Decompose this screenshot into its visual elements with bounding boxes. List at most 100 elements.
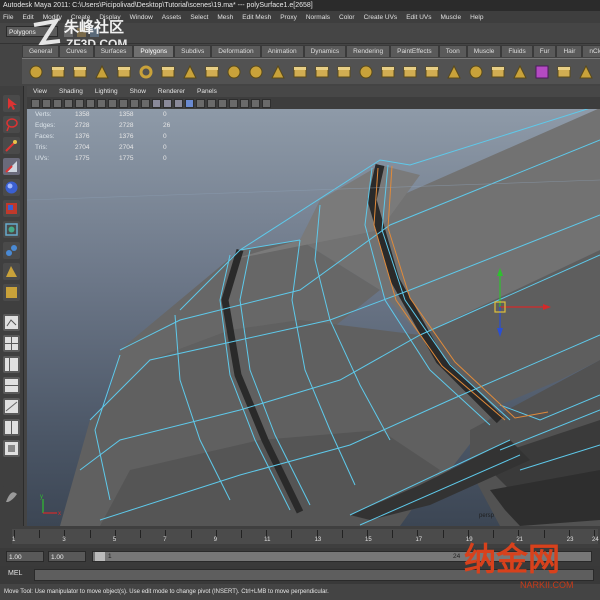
shadows-icon[interactable] [207,98,216,108]
paint-select-icon[interactable] [3,137,20,154]
four-pane-layout-icon[interactable] [3,335,20,352]
menu-color[interactable]: Color [339,14,355,21]
start-time-field[interactable]: 1.00 [6,551,44,562]
average-icon[interactable] [468,64,484,80]
shelf-tab-fur[interactable]: Fur [532,45,557,57]
shelf-tab-animation[interactable]: Animation [260,45,304,57]
cylinder-icon[interactable] [72,64,88,80]
hypershade-layout-icon[interactable] [3,398,20,415]
boolean-inter-icon[interactable] [424,64,440,80]
shelf-tab-curves[interactable]: Curves [59,45,94,57]
shelf-tab-toon[interactable]: Toon [438,45,467,57]
scale-tool-icon[interactable] [3,200,20,217]
menu-normals[interactable]: Normals [306,14,330,21]
shelf-tab-polygons[interactable]: Polygons [133,45,175,57]
reduce-icon[interactable] [512,64,528,80]
menu-file[interactable]: File [3,14,13,21]
persp-graph-layout-icon[interactable] [3,377,20,394]
xray-icon[interactable] [240,98,249,108]
xray-active-icon[interactable] [262,98,271,108]
wireframe-icon[interactable] [152,98,161,108]
show-manip-icon[interactable] [3,263,20,280]
shelf-tab-fluids[interactable]: Fluids [501,45,533,57]
sphere-icon[interactable] [28,64,44,80]
wire-on-shaded-icon[interactable] [174,98,183,108]
soccer-ball-icon[interactable] [248,64,264,80]
extract-icon[interactable] [336,64,352,80]
image-plane-icon[interactable] [64,98,73,108]
safe-title-icon[interactable] [141,98,150,108]
menu-create-uvs[interactable]: Create UVs [364,14,398,21]
boolean-diff-icon[interactable] [402,64,418,80]
prism-icon[interactable] [160,64,176,80]
menu-edit-uvs[interactable]: Edit UVs [406,14,431,21]
move-tool-icon[interactable] [3,158,20,175]
film-gate-icon[interactable] [86,98,95,108]
single-pane-layout-icon[interactable] [3,314,20,331]
shelf-tab-subdivs[interactable]: Subdivs [174,45,212,57]
torus-icon[interactable] [138,64,154,80]
mirror-icon[interactable] [446,64,462,80]
playback-start-field[interactable]: 1.00 [48,551,86,562]
lasso-tool-icon[interactable] [3,116,20,133]
select-tool-icon[interactable] [3,95,20,112]
resolution-gate-icon[interactable] [97,98,106,108]
shelf-tab-muscle[interactable]: Muscle [466,45,502,57]
menu-proxy[interactable]: Proxy [280,14,297,21]
panel-menu-view[interactable]: View [33,88,47,95]
menu-mesh[interactable]: Mesh [217,14,233,21]
helix-icon[interactable] [226,64,242,80]
shelf-tab-painteffects[interactable]: PaintEffects [390,45,439,57]
gate-mask-icon[interactable] [108,98,117,108]
cleanup-icon[interactable] [556,64,572,80]
sculpt-icon[interactable] [534,64,550,80]
fill-hole-icon[interactable] [490,64,506,80]
shelf-tab-surfaces[interactable]: Surfaces [93,45,134,57]
isolate-select-icon[interactable] [229,98,238,108]
triangulate-icon[interactable] [578,64,594,80]
persp-relationship-layout-icon[interactable] [3,419,20,436]
xray-joints-icon[interactable] [251,98,260,108]
menu-muscle[interactable]: Muscle [440,14,461,21]
menu-edit-mesh[interactable]: Edit Mesh [242,14,271,21]
persp-outliner-layout-icon[interactable] [3,356,20,373]
perspective-viewport[interactable]: y x persp [27,109,600,526]
panel-menu-lighting[interactable]: Lighting [95,88,118,95]
select-camera-icon[interactable] [31,98,40,108]
grid-icon[interactable] [75,98,84,108]
shelf-tab-hair[interactable]: Hair [556,45,583,57]
textured-icon[interactable] [185,98,194,108]
field-chart-icon[interactable] [119,98,128,108]
cube-icon[interactable] [50,64,66,80]
move-manipulator[interactable] [465,264,555,344]
use-all-lights-icon[interactable] [196,98,205,108]
soft-mod-icon[interactable] [3,242,20,259]
shelf-tab-rendering[interactable]: Rendering [346,45,391,57]
panel-menu-renderer[interactable]: Renderer [158,88,185,95]
menu-help[interactable]: Help [470,14,483,21]
panel-menu-shading[interactable]: Shading [59,88,83,95]
platonic-icon[interactable] [270,64,286,80]
pyramid-icon[interactable] [182,64,198,80]
cone-icon[interactable] [94,64,110,80]
range-slider-handle[interactable] [95,552,105,561]
plane-icon[interactable] [116,64,132,80]
panel-menu-panels[interactable]: Panels [197,88,217,95]
bookmark-icon[interactable] [53,98,62,108]
last-tool-icon[interactable] [3,284,20,301]
panel-menu-show[interactable]: Show [130,88,146,95]
uv-layout-icon[interactable] [3,440,20,457]
shelf-tab-dynamics[interactable]: Dynamics [303,45,347,57]
smooth-icon[interactable] [358,64,374,80]
command-language-label[interactable]: MEL [8,570,22,577]
shelf-tab-ncloth[interactable]: nCloth [582,45,600,57]
menu-select[interactable]: Select [190,14,208,21]
camera-attributes-icon[interactable] [42,98,51,108]
rotate-tool-icon[interactable] [3,179,20,196]
safe-action-icon[interactable] [130,98,139,108]
shelf-tab-general[interactable]: General [22,45,60,57]
shelf-tab-deformation[interactable]: Deformation [211,45,261,57]
smooth-shade-icon[interactable] [163,98,172,108]
pipe-icon[interactable] [204,64,220,80]
combine-icon[interactable] [292,64,308,80]
